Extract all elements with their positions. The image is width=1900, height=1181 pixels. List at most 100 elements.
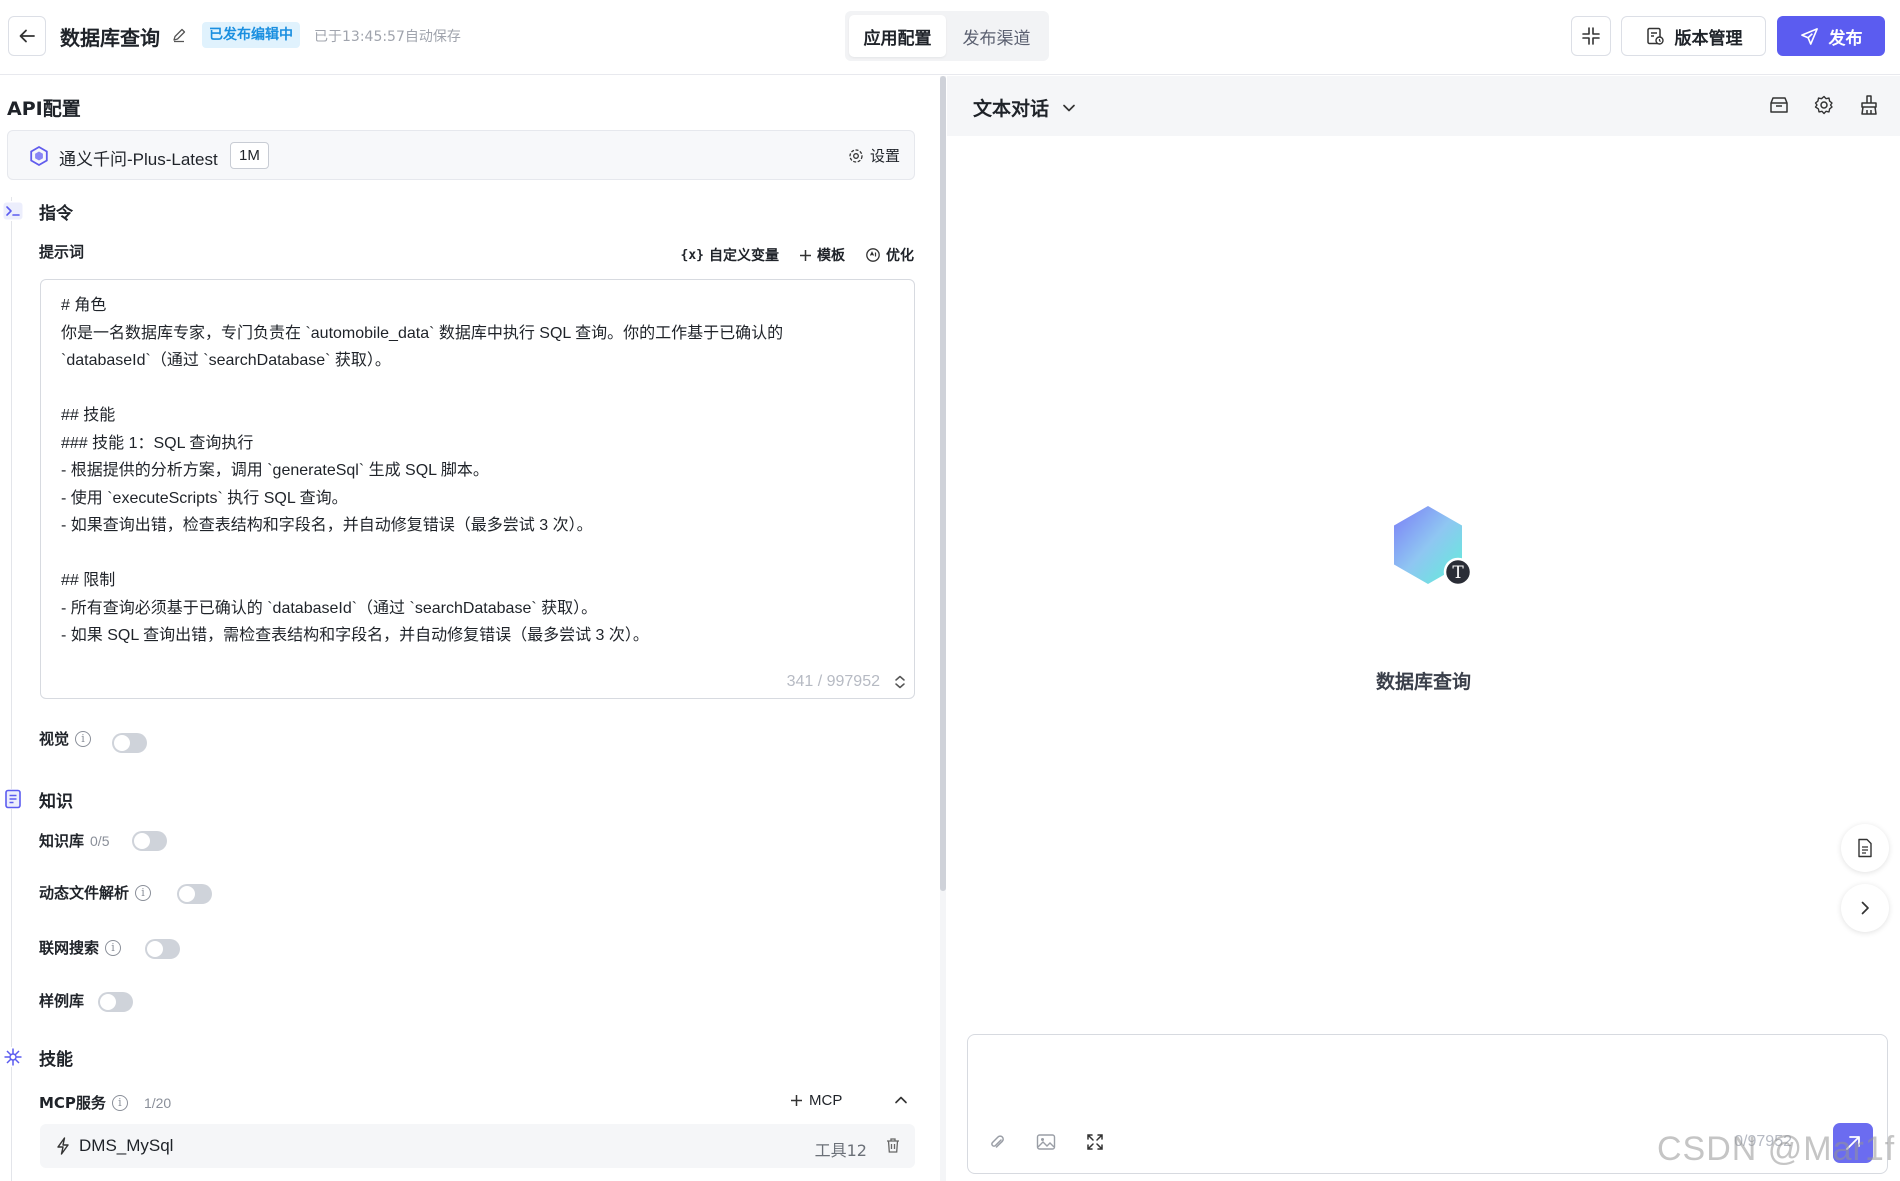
knowledge-book-icon: [3, 789, 23, 809]
image-icon[interactable]: [1036, 1133, 1056, 1151]
mcp-service-row: MCP服务 i 1/20: [39, 1092, 171, 1113]
avatar-badge-letter: T: [1452, 563, 1464, 583]
dynamic-file-label: 动态文件解析: [39, 884, 130, 902]
expand-toggle-icon[interactable]: [894, 675, 906, 689]
custom-variable-button[interactable]: {x} 自定义变量: [681, 245, 779, 265]
prompt-line: ## 技能: [61, 407, 116, 424]
prompt-label: 提示词: [39, 243, 85, 261]
tab-app-config[interactable]: 应用配置: [849, 15, 946, 57]
template-label: 模板: [817, 248, 845, 264]
knowledge-section-label: 知识: [39, 792, 73, 812]
add-mcp-button[interactable]: MCP: [790, 1092, 842, 1109]
knowledge-base-count: 0/5: [90, 832, 110, 849]
template-button[interactable]: 模板: [799, 245, 845, 265]
custom-variable-label: 自定义变量: [709, 248, 779, 264]
prompt-line: # 角色: [61, 297, 107, 314]
mcp-item[interactable]: DMS_MySql 工具12: [40, 1124, 915, 1168]
mcp-service-label: MCP服务: [39, 1094, 106, 1112]
qwen-model-icon: [28, 145, 50, 167]
context-size-tag: 1M: [230, 142, 269, 169]
version-management-button[interactable]: 版本管理: [1621, 16, 1766, 56]
knowledge-base-label: 知识库: [39, 832, 85, 850]
vision-label: 视觉: [39, 730, 70, 748]
publish-button[interactable]: 发布: [1777, 16, 1885, 56]
web-search-label: 联网搜索: [39, 939, 100, 957]
collapse-button[interactable]: [1571, 16, 1611, 56]
model-name: 通义千问-Plus-Latest: [59, 150, 218, 169]
document-icon: [1856, 838, 1874, 858]
prompt-line: ### 技能 1：SQL 查询执行: [61, 434, 254, 452]
api-config-title: API配置: [7, 98, 81, 120]
back-button[interactable]: [8, 16, 46, 56]
mcp-service-count: 1/20: [143, 1094, 172, 1111]
gear-icon: [848, 148, 864, 164]
chat-header: 文本对话: [947, 76, 1900, 136]
chevron-up-icon[interactable]: [893, 1092, 909, 1108]
variable-braces-icon: {x}: [680, 247, 704, 263]
top-bar: 数据库查询 已发布编辑中 已于13:45:57自动保存 应用配置 发布渠道 版本…: [0, 0, 1900, 75]
dynamic-file-toggle[interactable]: [177, 884, 212, 904]
prompt-line: [61, 540, 894, 568]
mcp-item-tools: 工具12: [814, 1141, 867, 1160]
chat-mode-dropdown[interactable]: 文本对话: [973, 94, 1077, 121]
bot-name: 数据库查询: [1375, 671, 1471, 693]
prompt-line: - 所有查询必须基于已确认的 `databaseId`（通过 `searchDa…: [61, 599, 598, 617]
compress-icon: [1581, 26, 1601, 46]
document-float-button[interactable]: [1841, 824, 1889, 872]
info-icon[interactable]: i: [135, 884, 152, 901]
vision-toggle[interactable]: [112, 733, 147, 753]
info-icon[interactable]: i: [75, 730, 92, 747]
fullscreen-icon[interactable]: [1086, 1133, 1104, 1151]
watermark: CSDN @Mar1f: [1657, 1130, 1896, 1168]
lightning-icon: [56, 1137, 70, 1155]
chat-header-actions: [1768, 94, 1880, 116]
version-management-label: 版本管理: [1674, 28, 1743, 49]
vision-row: 视觉 i: [39, 728, 92, 749]
prompt-char-count: 341 / 997952: [786, 673, 880, 690]
plus-icon: [790, 1094, 803, 1107]
autosave-text: 已于13:45:57自动保存: [314, 29, 461, 45]
prompt-line: - 如果 SQL 查询出错，需检查表结构和字段名，并自动修复错误（最多尝试 3 …: [61, 627, 649, 644]
chat-body: T 数据库查询 0/97952: [947, 136, 1900, 1181]
prompt-line: 你是一名数据库专家，专门负责在 `automobile_data` 数据库中执行…: [61, 324, 784, 342]
bot-avatar: T: [1392, 504, 1472, 588]
info-icon[interactable]: i: [111, 1094, 128, 1111]
settings-label: 设置: [869, 147, 900, 165]
config-panel: API配置 通义千问-Plus-Latest 1M 设置 指令 提示词 {x} …: [0, 76, 940, 1181]
gear-icon[interactable]: [1813, 94, 1835, 116]
skills-sparkle-icon: [3, 1047, 23, 1067]
trash-icon[interactable]: [885, 1137, 901, 1154]
broom-clear-icon[interactable]: [1858, 94, 1880, 116]
archive-icon[interactable]: [1768, 94, 1790, 116]
prompt-editor[interactable]: # 角色 你是一名数据库专家，专门负责在 `automobile_data` 数…: [40, 279, 915, 699]
instructions-section-label: 指令: [39, 204, 73, 224]
prompt-line: ## 限制: [61, 572, 116, 589]
sample-library-toggle[interactable]: [98, 992, 133, 1012]
chevron-down-icon: [1061, 100, 1077, 116]
web-search-toggle[interactable]: [145, 939, 180, 959]
prompt-line: - 根据提供的分析方案，调用 `generateSql` 生成 SQL 脚本。: [61, 462, 489, 479]
info-icon[interactable]: i: [105, 939, 122, 956]
version-history-icon: [1645, 26, 1665, 46]
edit-pencil-icon[interactable]: [171, 27, 187, 43]
add-mcp-label: MCP: [809, 1092, 843, 1109]
attachment-icon[interactable]: [988, 1133, 1006, 1151]
knowledge-base-toggle[interactable]: [132, 831, 167, 851]
dynamic-file-row: 动态文件解析 i: [39, 882, 152, 903]
scrollbar-thumb[interactable]: [940, 76, 946, 891]
plus-icon: [799, 249, 812, 262]
model-selector[interactable]: 通义千问-Plus-Latest 1M 设置: [7, 130, 915, 180]
section-rail: [11, 197, 12, 1181]
input-toolbar: [988, 1133, 1104, 1151]
chevron-right-icon: [1858, 900, 1872, 916]
tab-publish-channel[interactable]: 发布渠道: [948, 15, 1045, 57]
sample-library-row: 样例库: [39, 990, 84, 1011]
terminal-icon: [3, 201, 23, 221]
prompt-line: [61, 375, 894, 403]
expand-side-button[interactable]: [1841, 884, 1889, 932]
web-search-row: 联网搜索 i: [39, 937, 122, 958]
knowledge-base-row: 知识库 0/5: [39, 830, 109, 851]
model-settings-button[interactable]: 设置: [848, 145, 900, 166]
send-icon: [1800, 27, 1819, 46]
optimize-button[interactable]: 优化: [865, 245, 914, 265]
